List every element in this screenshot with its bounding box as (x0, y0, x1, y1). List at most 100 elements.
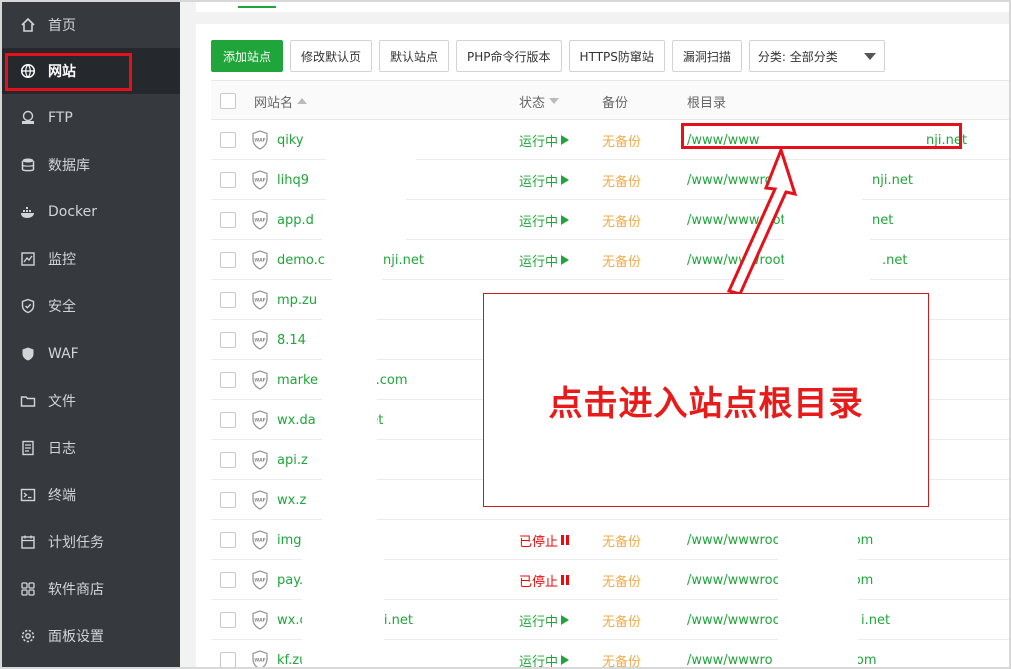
sidebar-item[interactable]: 监控 (2, 236, 180, 282)
row-checkbox[interactable] (220, 452, 236, 468)
waf-shield-icon[interactable]: WAF (251, 290, 269, 310)
default-site-button[interactable]: 默认站点 (379, 40, 450, 72)
row-checkbox[interactable] (220, 132, 236, 148)
sidebar-item[interactable]: 文件 (2, 378, 180, 424)
waf-shield-icon[interactable]: WAF (251, 650, 269, 667)
site-name-start[interactable]: qiky (277, 120, 304, 160)
site-name-start[interactable]: pay. (277, 560, 303, 600)
waf-status-cell: WAF (251, 200, 269, 240)
sidebar-item[interactable]: WAF (2, 331, 180, 377)
status-toggle[interactable]: 已停止 (519, 560, 570, 600)
backup-link[interactable]: 无备份 (602, 640, 641, 668)
site-name-start[interactable]: api.z (277, 440, 308, 480)
site-name-start[interactable]: app.d (277, 200, 314, 240)
sidebar-item-label: 面板设置 (48, 629, 104, 645)
row-checkbox[interactable] (220, 412, 236, 428)
sidebar-item[interactable]: 首页 (2, 2, 180, 48)
category-select[interactable]: 分类: 全部分类 (748, 40, 885, 72)
root-dir-start[interactable]: /www/www (687, 120, 760, 160)
sidebar-item[interactable]: FTP (2, 95, 180, 141)
status-toggle[interactable]: 运行中 (519, 640, 570, 667)
default-page-button[interactable]: 修改默认页 (290, 40, 373, 72)
site-name-start[interactable]: mp.zu (277, 280, 317, 320)
sidebar-item-label: Docker (48, 204, 98, 220)
status-toggle[interactable]: 运行中 (519, 160, 570, 200)
root-dir-end[interactable]: nji.net (872, 160, 913, 200)
backup-link[interactable]: 无备份 (602, 600, 641, 640)
root-dir-end[interactable]: net (872, 200, 893, 240)
row-checkbox[interactable] (220, 572, 236, 588)
backup-link[interactable]: 无备份 (602, 520, 641, 560)
row-checkbox[interactable] (220, 492, 236, 508)
row-checkbox[interactable] (220, 332, 236, 348)
site-name-start[interactable]: demo.c (277, 240, 325, 280)
status-toggle[interactable]: 已停止 (519, 520, 570, 560)
sidebar-item-label: 文件 (48, 394, 76, 410)
waf-shield-icon[interactable]: WAF (251, 250, 269, 270)
root-dir-start[interactable]: /www/wwwroo (687, 520, 781, 560)
site-name-start[interactable]: img (277, 520, 302, 560)
waf-shield-icon[interactable]: WAF (251, 210, 269, 230)
root-dir-start[interactable]: /www/wwwro (687, 160, 773, 200)
root-dir-end[interactable]: i.net (861, 600, 890, 640)
sidebar-item[interactable]: 软件商店 (2, 566, 180, 612)
backup-link[interactable]: 无备份 (602, 160, 641, 200)
row-checkbox[interactable] (220, 612, 236, 628)
site-name-end[interactable]: nji.net (383, 240, 424, 280)
root-dir-start[interactable]: /www/wwwro (687, 640, 773, 668)
row-checkbox[interactable] (220, 372, 236, 388)
sidebar-item[interactable]: 终端 (2, 472, 180, 518)
select-all-checkbox[interactable] (220, 93, 236, 109)
backup-link[interactable]: 无备份 (602, 120, 641, 160)
waf-status-cell: WAF (251, 560, 269, 600)
header-status[interactable]: 状态 (519, 81, 560, 121)
waf-shield-icon[interactable]: WAF (251, 370, 269, 390)
waf-shield-icon[interactable]: WAF (251, 330, 269, 350)
sidebar-item[interactable]: 计划任务 (2, 519, 180, 565)
waf-shield-icon[interactable]: WAF (251, 130, 269, 150)
row-checkbox[interactable] (220, 532, 236, 548)
https-guard-button[interactable]: HTTPS防窜站 (568, 40, 665, 72)
row-checkbox[interactable] (220, 252, 236, 268)
backup-link[interactable]: 无备份 (602, 200, 641, 240)
sidebar-item[interactable]: 面板设置 (2, 613, 180, 659)
vuln-scan-button[interactable]: 漏洞扫描 (671, 40, 742, 72)
root-dir-start[interactable]: /www/wwwroo (687, 600, 781, 640)
waf-shield-icon[interactable]: WAF (251, 610, 269, 630)
header-name[interactable]: 网站名 (254, 81, 308, 121)
status-toggle[interactable]: 运行中 (519, 120, 570, 160)
sidebar-item[interactable]: 数据库 (2, 142, 180, 188)
waf-shield-icon[interactable]: WAF (251, 410, 269, 430)
root-dir-end[interactable]: .net (882, 240, 907, 280)
status-toggle[interactable]: 运行中 (519, 200, 570, 240)
sidebar-item[interactable]: 网站 (2, 48, 180, 94)
sidebar-item[interactable]: Docker (2, 189, 180, 235)
root-dir-start[interactable]: /www/wwwroo (687, 560, 781, 600)
site-name-start[interactable]: 8.14 (277, 320, 306, 360)
sidebar-item[interactable]: 日志 (2, 425, 180, 471)
backup-link[interactable]: 无备份 (602, 240, 641, 280)
waf-shield-icon[interactable]: WAF (251, 570, 269, 590)
site-name-start[interactable]: wx.z (277, 480, 306, 520)
waf-shield-icon[interactable]: WAF (251, 170, 269, 190)
site-name-start[interactable]: wx.da (277, 400, 316, 440)
status-toggle[interactable]: 运行中 (519, 240, 570, 280)
waf-shield-icon[interactable]: WAF (251, 490, 269, 510)
backup-link[interactable]: 无备份 (602, 560, 641, 600)
root-dir-start[interactable]: /www/wwwroot (687, 240, 786, 280)
site-name-start[interactable]: marke (277, 360, 318, 400)
row-checkbox[interactable] (220, 172, 236, 188)
site-name-end[interactable]: i.com (372, 360, 408, 400)
waf-shield-icon[interactable]: WAF (251, 450, 269, 470)
row-checkbox[interactable] (220, 292, 236, 308)
root-dir-end[interactable]: nji.net (926, 120, 967, 160)
sidebar-item[interactable]: 安全 (2, 283, 180, 329)
status-toggle[interactable]: 运行中 (519, 600, 570, 640)
row-checkbox[interactable] (220, 652, 236, 667)
root-dir-start[interactable]: /www/wwwroot (687, 200, 786, 240)
site-name-start[interactable]: lihq9 (277, 160, 309, 200)
php-cli-version-button[interactable]: PHP命令行版本 (456, 40, 562, 72)
row-checkbox[interactable] (220, 212, 236, 228)
add-site-button[interactable]: 添加站点 (211, 40, 284, 72)
waf-shield-icon[interactable]: WAF (251, 530, 269, 550)
